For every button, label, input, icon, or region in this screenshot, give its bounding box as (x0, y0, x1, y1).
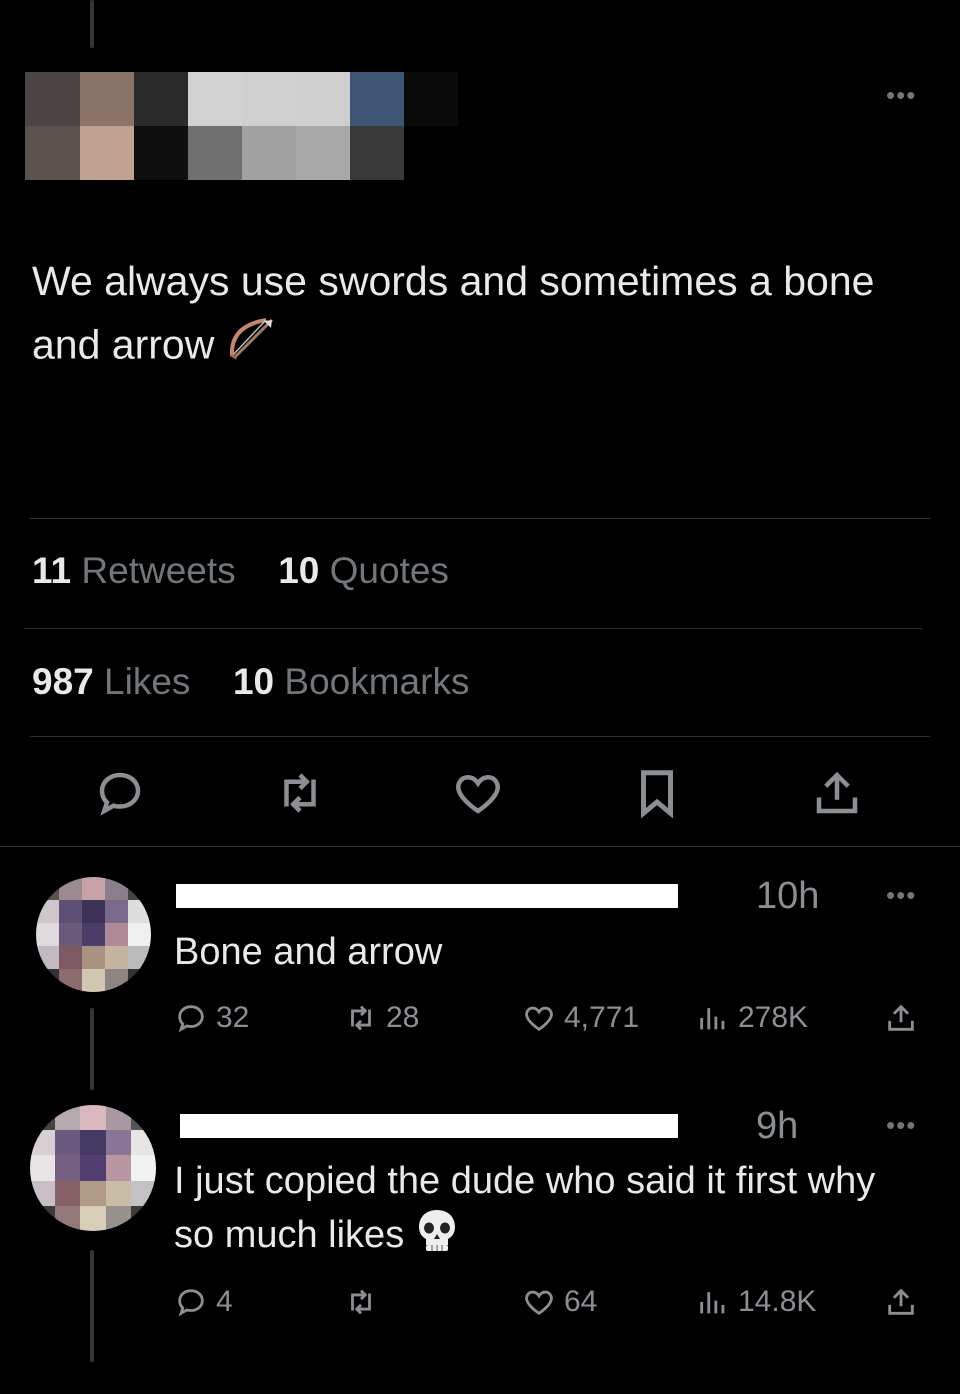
likes-label[interactable]: Likes (104, 661, 190, 702)
view-count: 14.8K (738, 1285, 817, 1318)
like-button[interactable]: 4,771 (522, 1001, 639, 1035)
reply-text: I just copied the dude who said it first… (174, 1155, 894, 1267)
share-icon (888, 1288, 914, 1315)
quotes-count[interactable]: 10 (278, 550, 319, 591)
retweet-icon (351, 1289, 371, 1315)
divider (30, 736, 930, 737)
reply-icon (178, 1005, 204, 1033)
thread-line (90, 1008, 94, 1090)
reply-icon[interactable] (93, 766, 147, 820)
reply-text: Bone and arrow (174, 931, 443, 973)
thread-line-top (90, 0, 94, 48)
share-button[interactable] (884, 1285, 926, 1319)
bookmarks-count[interactable]: 10 (233, 661, 274, 702)
like-count: 4,771 (564, 1001, 640, 1034)
retweets-label[interactable]: Retweets (81, 550, 235, 591)
like-button[interactable]: 64 (522, 1285, 597, 1319)
reply-timestamp[interactable]: 10h (756, 875, 819, 918)
more-options-icon[interactable]: ••• (886, 82, 916, 108)
quotes-label[interactable]: Quotes (330, 550, 449, 591)
views-icon (700, 1008, 725, 1030)
retweet-quote-stats: 11 Retweets 10 Quotes (32, 550, 449, 592)
reply-timestamp[interactable]: 9h (756, 1105, 798, 1148)
tweet-body: We always use swords and sometimes a bon… (32, 258, 875, 368)
divider (0, 846, 960, 847)
share-button[interactable] (884, 1001, 926, 1035)
like-icon (525, 1006, 553, 1032)
retweets-count[interactable]: 11 (32, 550, 71, 591)
thread-line (90, 1250, 94, 1362)
reply-body: I just copied the dude who said it first… (174, 1160, 876, 1257)
views-button[interactable]: 278K (696, 1001, 808, 1035)
retweet-count: 28 (386, 1001, 420, 1034)
divider (30, 518, 930, 519)
tweet-text: We always use swords and sometimes a bon… (32, 250, 892, 383)
bow-and-arrow-icon (226, 312, 280, 383)
retweet-button[interactable]: 28 (344, 1001, 419, 1035)
reply-icon (178, 1289, 204, 1317)
views-icon (700, 1292, 725, 1314)
share-icon (888, 1004, 914, 1031)
likes-bookmarks-stats: 987 Likes 10 Bookmarks (32, 661, 469, 703)
view-count: 278K (738, 1001, 809, 1034)
reply-count: 32 (216, 1001, 250, 1034)
reply-count: 4 (216, 1285, 233, 1318)
redacted-username (176, 884, 678, 908)
likes-count[interactable]: 987 (32, 661, 94, 702)
more-options-icon[interactable]: ••• (886, 882, 916, 908)
bookmarks-label[interactable]: Bookmarks (284, 661, 469, 702)
reply-button[interactable]: 32 (174, 1001, 249, 1035)
retweet-button[interactable] (344, 1285, 386, 1319)
skull-icon (415, 1207, 459, 1267)
avatar[interactable] (36, 877, 151, 992)
like-icon (525, 1290, 553, 1316)
retweet-icon[interactable] (273, 766, 327, 820)
divider (24, 628, 922, 629)
more-options-icon[interactable]: ••• (886, 1112, 916, 1138)
censored-author-header (25, 72, 458, 180)
like-count: 64 (564, 1285, 598, 1318)
reply-button[interactable]: 4 (174, 1285, 233, 1319)
views-button[interactable]: 14.8K (696, 1285, 816, 1319)
avatar[interactable] (30, 1105, 156, 1231)
redacted-username (180, 1114, 678, 1138)
bookmark-icon[interactable] (630, 766, 684, 820)
share-icon[interactable] (810, 766, 864, 820)
like-icon[interactable] (451, 766, 505, 820)
retweet-icon (351, 1005, 371, 1031)
